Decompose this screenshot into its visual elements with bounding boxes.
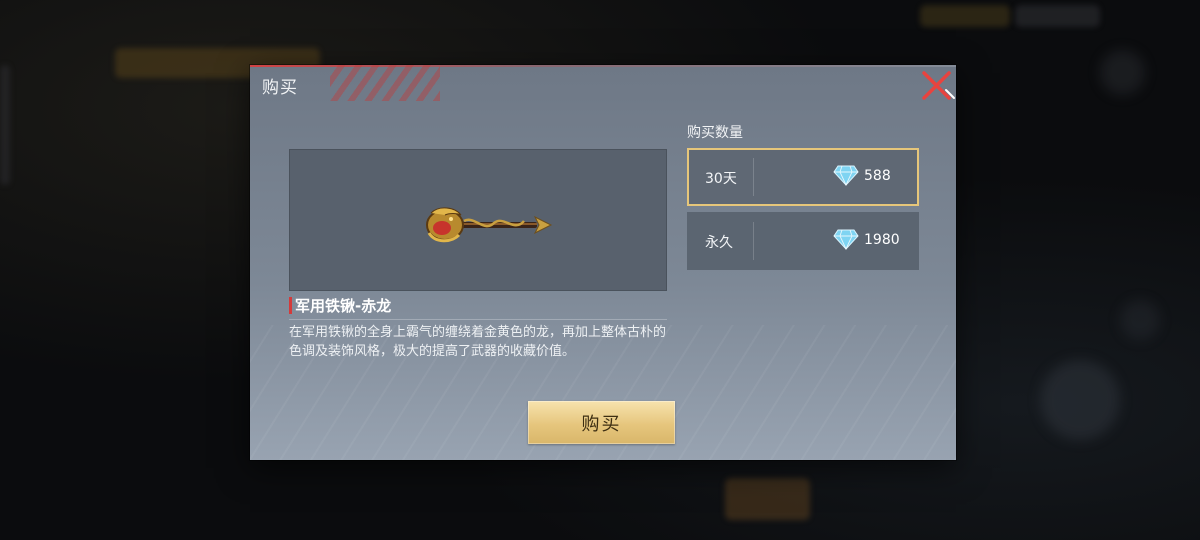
option-permanent[interactable]: 永久 1980 [687, 212, 919, 270]
background-currency [920, 5, 1010, 27]
close-x-icon [922, 71, 955, 100]
option-label: 永久 [705, 235, 733, 251]
name-marker [289, 297, 292, 314]
option-30-days[interactable]: 30天 588 [687, 148, 919, 206]
close-button[interactable] [916, 65, 956, 105]
option-price: 1980 [864, 232, 900, 248]
golden-dragon-shovel-image [426, 207, 553, 243]
option-divider [753, 222, 754, 260]
background-joystick [1040, 360, 1120, 440]
purchase-dialog: 购买 军用铁锹-赤龙 在军用铁锹的全身上霸气的缠绕着金黄色的龙，再加上整体古朴的… [250, 65, 956, 460]
background-side-tab [0, 65, 10, 185]
item-name-row: 军用铁锹-赤龙 [289, 295, 667, 320]
buy-button[interactable]: 购买 [528, 401, 675, 444]
dialog-title: 购买 [262, 78, 298, 98]
option-divider [753, 158, 754, 196]
background-button [725, 478, 810, 520]
quantity-label: 购买数量 [687, 125, 743, 141]
option-price: 588 [864, 168, 891, 184]
option-label: 30天 [705, 171, 737, 187]
background-icon [1100, 50, 1145, 95]
background-currency [1015, 5, 1100, 27]
header-stripes [330, 65, 440, 101]
diamond-icon [833, 165, 859, 186]
item-description: 在军用铁锹的全身上霸气的缠绕着金黄色的龙，再加上整体古朴的色调及装饰风格，极大的… [289, 325, 667, 359]
item-name: 军用铁锹-赤龙 [295, 297, 392, 315]
item-preview [289, 149, 667, 291]
background-icon [1120, 300, 1160, 340]
diamond-icon [833, 229, 859, 250]
